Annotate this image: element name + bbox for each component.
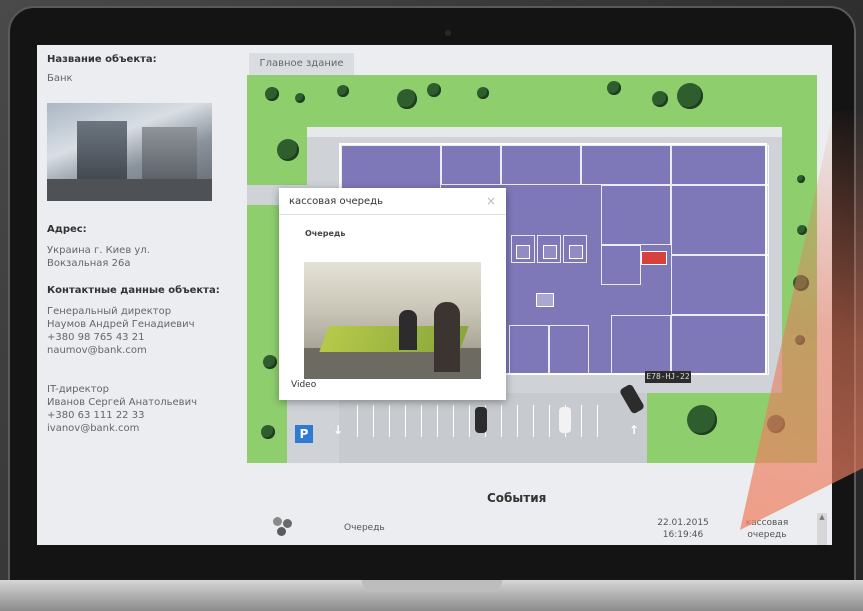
object-sidebar: Название объекта: Банк Адрес: Украина г.… xyxy=(37,45,237,545)
events-scrollbar[interactable]: ▲ xyxy=(817,513,827,545)
room[interactable] xyxy=(601,185,671,245)
parking-line xyxy=(597,405,598,437)
parking-line xyxy=(581,405,582,437)
tree xyxy=(295,93,305,103)
tree xyxy=(397,89,417,109)
parking-lot xyxy=(339,393,647,463)
room[interactable] xyxy=(671,315,769,375)
contact-name: Иванов Сергей Анатольевич xyxy=(47,397,197,408)
contact-name: Наумов Андрей Генадиевич xyxy=(47,319,195,330)
arrow-down-icon: ↓ xyxy=(333,423,344,437)
video-feed[interactable] xyxy=(304,262,481,379)
car-icon xyxy=(475,407,487,433)
tree xyxy=(793,275,809,291)
contact-card: IT-директор Иванов Сергей Анатольевич +3… xyxy=(47,383,227,435)
room[interactable] xyxy=(441,145,501,185)
parking-line xyxy=(501,405,502,437)
tab-main-building[interactable]: Главное здание xyxy=(249,53,354,75)
contact-card: Генеральный директор Наумов Андрей Генад… xyxy=(47,305,227,357)
video-label: Video xyxy=(291,380,317,390)
parking-line xyxy=(405,405,406,437)
tree xyxy=(265,87,279,101)
room[interactable] xyxy=(671,255,769,315)
tree xyxy=(261,425,275,439)
tree xyxy=(337,85,349,97)
lawn-bottom-right xyxy=(647,393,817,463)
object-name-title: Название объекта: xyxy=(47,54,157,65)
tree xyxy=(797,175,805,183)
tree xyxy=(687,405,717,435)
tree xyxy=(767,415,785,433)
car-icon xyxy=(559,407,571,433)
parking-line xyxy=(389,405,390,437)
people-queue-icon xyxy=(271,517,295,537)
event-location: кассовая очередь xyxy=(745,518,789,540)
parking-line xyxy=(453,405,454,437)
event-date: 22.01.2015 xyxy=(657,518,709,528)
popup-subtitle: Очередь xyxy=(305,229,346,238)
camera-popup: кассовая очередь × Очередь Video xyxy=(279,188,506,400)
event-time: 16:19:46 xyxy=(662,530,704,540)
tree xyxy=(477,87,489,99)
object-photo xyxy=(47,103,212,201)
contact-email[interactable]: naumov@bank.com xyxy=(47,344,227,357)
license-plate-label[interactable]: E78-HJ-22 xyxy=(645,371,691,383)
event-row[interactable]: Очередь 22.01.2015 16:19:46 кассовая оче… xyxy=(267,515,827,545)
tree xyxy=(677,83,703,109)
contact-role: Генеральный директор xyxy=(47,306,172,317)
camera-marker-icon[interactable] xyxy=(569,245,583,259)
parking-line xyxy=(469,405,470,437)
parking-icon: P xyxy=(295,425,313,443)
tree xyxy=(607,81,621,95)
room[interactable] xyxy=(509,325,549,375)
room[interactable] xyxy=(611,315,671,375)
laptop-notch xyxy=(362,580,502,592)
contacts-title: Контактные данные объекта: xyxy=(47,285,220,296)
parking-line xyxy=(533,405,534,437)
object-name-value: Банк xyxy=(47,73,73,84)
close-icon[interactable]: × xyxy=(486,194,496,208)
parking-line xyxy=(517,405,518,437)
driveway xyxy=(307,127,782,137)
contact-phone: +380 63 111 22 33 xyxy=(47,410,145,421)
address-value: Украина г. Киев ул. Вокзальная 26а xyxy=(47,245,150,269)
lawn-top xyxy=(247,75,817,127)
popup-title: кассовая очередь xyxy=(279,188,506,215)
room[interactable] xyxy=(501,145,581,185)
contact-role: IT-директор xyxy=(47,384,109,395)
camera-marker-icon[interactable] xyxy=(516,245,530,259)
camera-marker-icon[interactable] xyxy=(543,245,557,259)
parking-line xyxy=(437,405,438,437)
room[interactable] xyxy=(671,145,769,185)
tree xyxy=(263,355,277,369)
room[interactable] xyxy=(671,185,769,255)
address-title: Адрес: xyxy=(47,224,87,235)
tree xyxy=(652,91,668,107)
room[interactable] xyxy=(581,145,671,185)
webcam xyxy=(445,30,451,36)
queue-marker-icon[interactable] xyxy=(536,293,554,307)
events-title: События xyxy=(487,491,547,505)
tree xyxy=(797,225,807,235)
tree xyxy=(427,83,441,97)
event-type: Очередь xyxy=(344,523,385,533)
contact-phone: +380 98 765 43 21 xyxy=(47,332,145,343)
alarm-marker-icon[interactable] xyxy=(641,251,667,265)
scroll-up-icon[interactable]: ▲ xyxy=(817,513,827,521)
parking-line xyxy=(373,405,374,437)
parking-line xyxy=(357,405,358,437)
tree xyxy=(277,139,299,161)
parking-line xyxy=(549,405,550,437)
room[interactable] xyxy=(601,245,641,285)
contact-email[interactable]: ivanov@bank.com xyxy=(47,422,227,435)
app-screen: Название объекта: Банк Адрес: Украина г.… xyxy=(37,45,832,545)
arrow-up-icon: ↑ xyxy=(629,423,640,437)
room[interactable] xyxy=(549,325,589,375)
parking-line xyxy=(421,405,422,437)
event-datetime: 22.01.2015 16:19:46 xyxy=(643,517,723,541)
tree xyxy=(795,335,805,345)
